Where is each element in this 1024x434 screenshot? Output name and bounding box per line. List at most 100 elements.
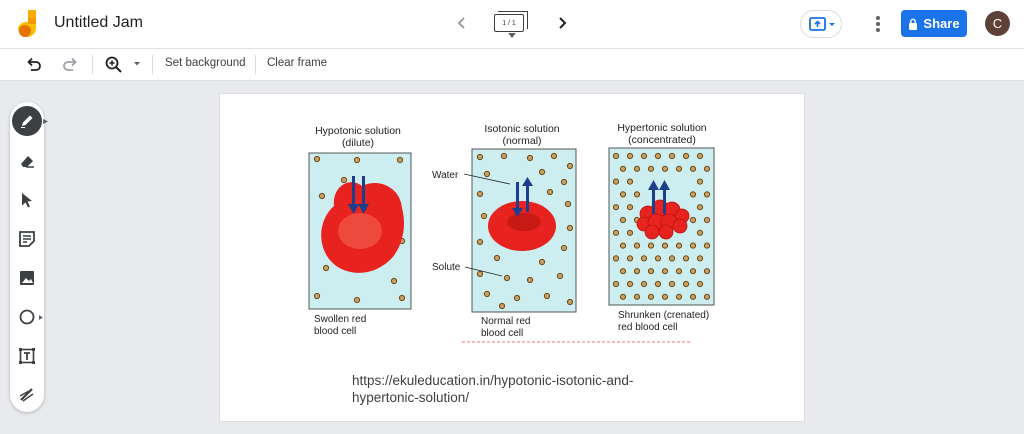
clear-frame-button[interactable]: Clear frame xyxy=(267,57,327,69)
laser-icon[interactable] xyxy=(17,385,37,405)
solute-dot xyxy=(689,191,697,198)
solute-dot xyxy=(640,152,648,160)
zoom-in-icon[interactable] xyxy=(104,55,124,75)
solute-dot xyxy=(703,268,711,275)
more-options-icon[interactable] xyxy=(868,13,888,35)
jam-canvas[interactable]: Hypotonic solution (dilute) Swollen red … xyxy=(220,94,804,421)
solute-dot xyxy=(647,165,655,172)
solute-dot xyxy=(703,242,711,249)
pen-options-icon[interactable] xyxy=(43,119,48,124)
panel-1-heading-line1: Hypotonic solution xyxy=(315,125,401,137)
lock-icon xyxy=(909,18,918,30)
solute-dot xyxy=(668,255,676,262)
cell-highlight xyxy=(338,213,382,249)
solute-dot xyxy=(626,229,634,236)
solute-dot xyxy=(612,229,620,236)
solute-dot xyxy=(661,242,669,249)
solute-dot xyxy=(703,165,711,172)
cast-screen-icon xyxy=(809,17,835,31)
water-label: Water xyxy=(432,170,459,181)
solute-dot xyxy=(689,165,697,172)
solute-dot xyxy=(668,280,676,288)
solute-dot xyxy=(647,268,655,275)
solute-dot xyxy=(619,268,627,275)
tonicity-diagram: Hypotonic solution (dilute) Swollen red … xyxy=(308,122,715,343)
solute-dot xyxy=(696,152,704,160)
present-button[interactable] xyxy=(800,10,842,38)
tool-panel xyxy=(10,102,48,412)
solute-label: Solute xyxy=(432,262,461,273)
jam-title[interactable]: Untitled Jam xyxy=(54,14,143,32)
app-header: Untitled Jam 1 / 1 Share C xyxy=(0,0,1024,49)
set-background-button[interactable]: Set background xyxy=(165,57,246,69)
solute-dot xyxy=(626,280,634,288)
eraser-icon[interactable] xyxy=(17,151,37,171)
solute-dot xyxy=(612,255,620,262)
panel-3-heading-line1: Hypertonic solution xyxy=(617,122,706,134)
solute-dot xyxy=(696,229,704,236)
solute-dot xyxy=(675,293,683,300)
image-icon[interactable] xyxy=(17,268,37,288)
cell-center-dimple xyxy=(507,213,541,231)
solute-dot xyxy=(696,255,704,262)
share-button[interactable]: Share xyxy=(901,10,967,37)
redo-icon[interactable] xyxy=(60,55,80,75)
panel-2-heading-line2: (normal) xyxy=(502,135,541,147)
solute-dot xyxy=(633,165,641,172)
solute-dot xyxy=(661,165,669,172)
solute-dot xyxy=(682,152,690,160)
previous-frame-icon[interactable] xyxy=(451,12,473,34)
text-box-icon[interactable] xyxy=(17,346,37,366)
undo-icon[interactable] xyxy=(24,55,44,75)
source-url-text[interactable]: https://ekuleducation.in/hypotonic-isoto… xyxy=(352,372,662,406)
solute-dot xyxy=(661,293,669,300)
solute-dot xyxy=(633,268,641,275)
pen-tool-button[interactable] xyxy=(12,106,42,136)
toolbar-divider xyxy=(92,55,93,74)
circle-shape-icon[interactable] xyxy=(17,307,37,327)
cursor-icon[interactable] xyxy=(17,190,37,210)
panel-1-caption-line1: Swollen red xyxy=(314,314,366,325)
solute-dot xyxy=(689,216,697,224)
solute-dot xyxy=(612,178,620,185)
solute-dot xyxy=(640,255,648,262)
share-label: Share xyxy=(923,16,960,31)
solute-dot xyxy=(612,280,620,288)
solute-dot xyxy=(619,216,627,224)
pen-icon xyxy=(21,115,33,128)
solute-dot xyxy=(689,293,697,300)
solute-dot xyxy=(633,293,641,300)
solute-dot xyxy=(661,268,669,275)
solute-dot xyxy=(619,293,627,300)
solute-dot xyxy=(696,204,704,211)
solute-dot xyxy=(626,255,634,262)
solute-dot xyxy=(626,204,634,211)
solute-dot xyxy=(619,165,627,172)
toolbar-divider xyxy=(152,55,153,74)
shape-options-icon[interactable] xyxy=(39,315,43,320)
source-url-line1: https://ekuleducation.in/hypotonic-isoto… xyxy=(352,373,634,388)
solute-dot xyxy=(675,268,683,275)
solute-dot xyxy=(696,280,704,288)
solute-dot xyxy=(626,152,634,160)
solute-dot xyxy=(703,293,711,300)
solute-dot xyxy=(612,204,620,211)
avatar[interactable]: C xyxy=(985,11,1010,36)
zoom-dropdown-icon[interactable] xyxy=(133,61,141,67)
jamboard-logo-icon[interactable] xyxy=(16,10,38,40)
solute-dot xyxy=(689,242,697,249)
chevron-down-icon[interactable] xyxy=(508,33,516,39)
source-url-line2: hypertonic-solution/ xyxy=(352,390,470,405)
sticky-note-icon[interactable] xyxy=(17,229,37,249)
solute-dot xyxy=(654,152,662,160)
solute-dot xyxy=(675,165,683,172)
panel-2-caption-line1: Normal red xyxy=(481,316,530,327)
panel-3-caption-line2: red blood cell xyxy=(618,322,677,333)
solute-dot xyxy=(654,280,662,288)
frame-indicator: 1 / 1 xyxy=(494,14,524,32)
solute-dot xyxy=(675,242,683,249)
solute-dot xyxy=(640,280,648,288)
solute-dot xyxy=(682,280,690,288)
frame-bar-toggle[interactable]: 1 / 1 xyxy=(494,11,528,32)
next-frame-icon[interactable] xyxy=(551,12,573,34)
